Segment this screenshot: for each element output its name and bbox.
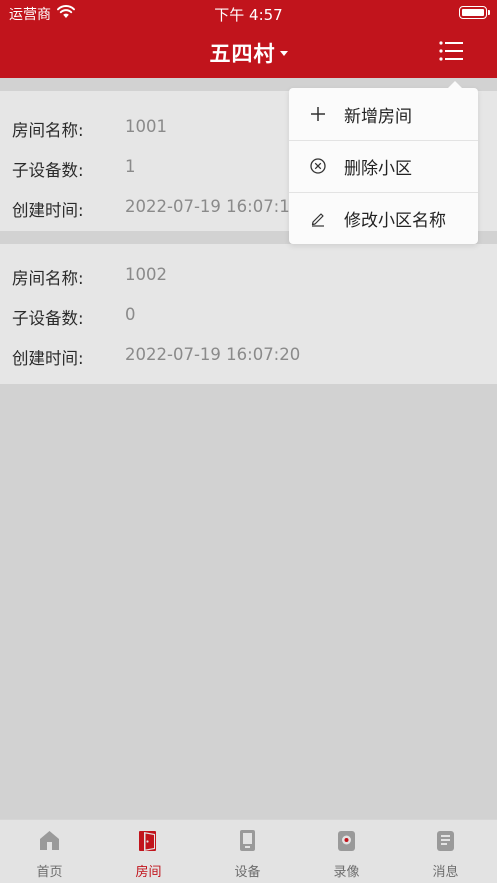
tab-record[interactable]: 录像 [297, 820, 396, 883]
dropdown-pointer [448, 81, 462, 88]
caret-down-icon [279, 50, 288, 56]
record-icon [338, 831, 355, 851]
menu-item-label: 修改小区名称 [344, 211, 446, 231]
tab-label: 消息 [432, 865, 459, 880]
device-count-value: 1 [125, 157, 136, 176]
tab-home[interactable]: 首页 [0, 820, 99, 883]
room-name-value: 1002 [125, 265, 167, 284]
tab-message[interactable]: 消息 [396, 820, 495, 883]
menu-item-label: 新增房间 [344, 107, 412, 127]
app-header: 运营商 下午 4:57 五四村 [0, 0, 497, 78]
home-icon [40, 831, 59, 850]
tab-label: 房间 [135, 865, 162, 880]
door-icon [139, 831, 156, 851]
circle-x-icon [310, 158, 326, 174]
tab-device[interactable]: 设备 [198, 820, 297, 883]
list-menu-icon[interactable] [436, 38, 466, 64]
room-name-label: 房间名称: [12, 121, 84, 140]
bottom-tab-bar: 首页 房间 设备 录像 消息 [0, 819, 497, 883]
tab-label: 设备 [234, 865, 261, 880]
pencil-icon [311, 213, 324, 227]
device-icon [240, 830, 255, 851]
created-time-label: 创建时间: [12, 349, 84, 368]
room-name-label: 房间名称: [12, 269, 84, 288]
device-count-label: 子设备数: [12, 309, 84, 328]
device-count-label: 子设备数: [12, 161, 84, 180]
options-dropdown: 新增房间 删除小区 修改小区名称 [289, 81, 478, 244]
menu-item-label: 删除小区 [344, 159, 412, 179]
menu-item-delete-community[interactable]: 删除小区 [289, 140, 478, 192]
community-name: 五四村 [209, 42, 276, 66]
created-time-label: 创建时间: [12, 201, 84, 220]
status-time: 下午 4:57 [214, 6, 283, 24]
community-selector[interactable]: 五四村 [0, 38, 497, 68]
created-time-value: 2022-07-19 16:07:10 [125, 197, 301, 216]
tab-label: 录像 [333, 865, 360, 880]
room-card[interactable]: 房间名称: 1002 子设备数: 0 创建时间: 2022-07-19 16:0… [0, 244, 497, 384]
status-bar: 运营商 下午 4:57 [0, 0, 497, 26]
room-name-value: 1001 [125, 117, 167, 136]
plus-icon [311, 107, 325, 121]
message-icon [437, 831, 454, 851]
menu-item-rename-community[interactable]: 修改小区名称 [289, 192, 478, 244]
created-time-value: 2022-07-19 16:07:20 [125, 345, 301, 364]
tab-label: 首页 [36, 865, 63, 880]
menu-item-add-room[interactable]: 新增房间 [289, 88, 478, 140]
tab-room[interactable]: 房间 [99, 820, 198, 883]
battery-icon [459, 6, 490, 19]
device-count-value: 0 [125, 305, 136, 324]
